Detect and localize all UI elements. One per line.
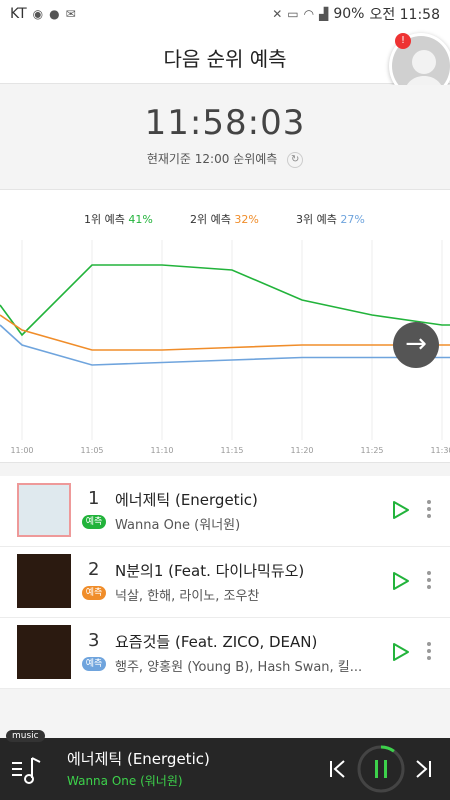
pause-icon-bar-left [375, 760, 378, 778]
playlist-icon[interactable] [10, 752, 46, 786]
rank-2: 2 [88, 559, 100, 580]
x-tick-label: 11:25 [360, 446, 383, 455]
prediction-tag-3: 예측 [82, 657, 106, 671]
song-artist-2: 넉살, 한해, 라이노, 조우찬 [115, 589, 260, 604]
notification-badge: ! [395, 33, 411, 49]
mini-player: music 에너제틱 (Energetic) Wanna One (워너원) [0, 730, 450, 800]
circle-icon: ◉ [32, 7, 44, 21]
pause-button[interactable] [356, 744, 406, 794]
prediction-chart: 1위 예측 41% 2위 예측 32% 3위 예측 27% 11:00 11:05… [0, 190, 450, 463]
wifi-icon: ◠ [303, 7, 315, 21]
album-art-1 [17, 483, 71, 537]
next-icon[interactable] [414, 758, 434, 780]
prediction-basis: 현재기준 12:00 순위예측 ↻ [0, 150, 450, 168]
battery-label: 90% [333, 6, 365, 22]
countdown-time: 11:58:03 [144, 103, 306, 143]
pause-icon-bar-right [384, 760, 387, 778]
song-row-2[interactable]: 2 예측 N분의1 (Feat. 다이나믹듀오) 넉살, 한해, 라이노, 조우… [0, 547, 450, 618]
song-artist-1: Wanna One (워너원) [115, 518, 241, 533]
series-line-2 [0, 314, 450, 351]
progress-ring [380, 745, 395, 753]
hd-icon: ▭ [287, 7, 299, 21]
play-icon[interactable] [392, 500, 410, 520]
mail-icon: ✉ [65, 7, 76, 21]
play-icon[interactable] [392, 642, 410, 662]
song-title-2: N분의1 (Feat. 다이나믹듀오) [115, 562, 305, 580]
play-icon[interactable] [392, 571, 410, 591]
x-tick-label: 11:30 [430, 446, 450, 455]
prediction-tag-2: 예측 [82, 586, 106, 600]
song-row-1[interactable]: 1 예측 에너제틱 (Energetic) Wanna One (워너원) [0, 476, 450, 547]
prediction-tag-1: 예측 [82, 515, 106, 529]
mute-icon: ✕ [272, 7, 283, 21]
more-options-icon[interactable] [424, 571, 434, 593]
music-tag: music [6, 730, 45, 742]
series-line-1 [0, 264, 450, 337]
talk-icon: ● [49, 7, 60, 21]
album-art-3 [17, 625, 71, 679]
signal-icon: ▟ [319, 7, 329, 21]
player-song-title: 에너제틱 (Energetic) [67, 750, 210, 768]
refresh-icon[interactable]: ↻ [287, 151, 304, 168]
more-options-icon[interactable] [424, 500, 434, 522]
player-artist: Wanna One (워너원) [67, 774, 183, 788]
clock-label: 오전 11:58 [369, 7, 440, 23]
page-title: 다음 순위 예측 [163, 47, 287, 71]
song-artist-3: 행주, 양홍원 (Young B), Hash Swan, 킬... [115, 660, 363, 675]
rank-3: 3 [88, 630, 100, 651]
rank-1: 1 [88, 488, 100, 509]
header: 다음 순위 예측 [0, 28, 450, 84]
countdown-panel: 11:58:03 현재기준 12:00 순위예측 ↻ [0, 85, 450, 190]
x-tick-label: 11:20 [290, 446, 313, 455]
previous-icon[interactable] [327, 758, 347, 780]
x-tick-label: 11:10 [150, 446, 173, 455]
next-arrow-button[interactable]: → [393, 322, 439, 368]
chart-plot: 11:00 11:05 11:10 11:15 11:20 11:25 11:30 [0, 240, 450, 455]
carrier-label: KT [10, 6, 27, 22]
prediction-basis-text: 현재기준 12:00 순위예측 [146, 152, 278, 166]
song-row-3[interactable]: 3 예측 요즘것들 (Feat. ZICO, DEAN) 행주, 양홍원 (Yo… [0, 618, 450, 689]
x-tick-label: 11:05 [80, 446, 103, 455]
album-art-2 [17, 554, 71, 608]
x-tick-label: 11:00 [10, 446, 33, 455]
song-list: 1 예측 에너제틱 (Energetic) Wanna One (워너원) 2 … [0, 476, 450, 689]
x-tick-label: 11:15 [220, 446, 243, 455]
song-title-1: 에너제틱 (Energetic) [115, 491, 258, 509]
more-options-icon[interactable] [424, 642, 434, 664]
status-bar: KT ◉ ● ✉ ✕ ▭ ◠ ▟ 90% 오전 11:58 [0, 0, 450, 28]
song-title-3: 요즘것들 (Feat. ZICO, DEAN) [115, 633, 318, 651]
